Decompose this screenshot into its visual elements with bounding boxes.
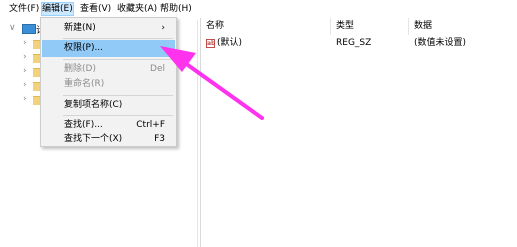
annotation-arrow-icon xyxy=(160,46,264,120)
